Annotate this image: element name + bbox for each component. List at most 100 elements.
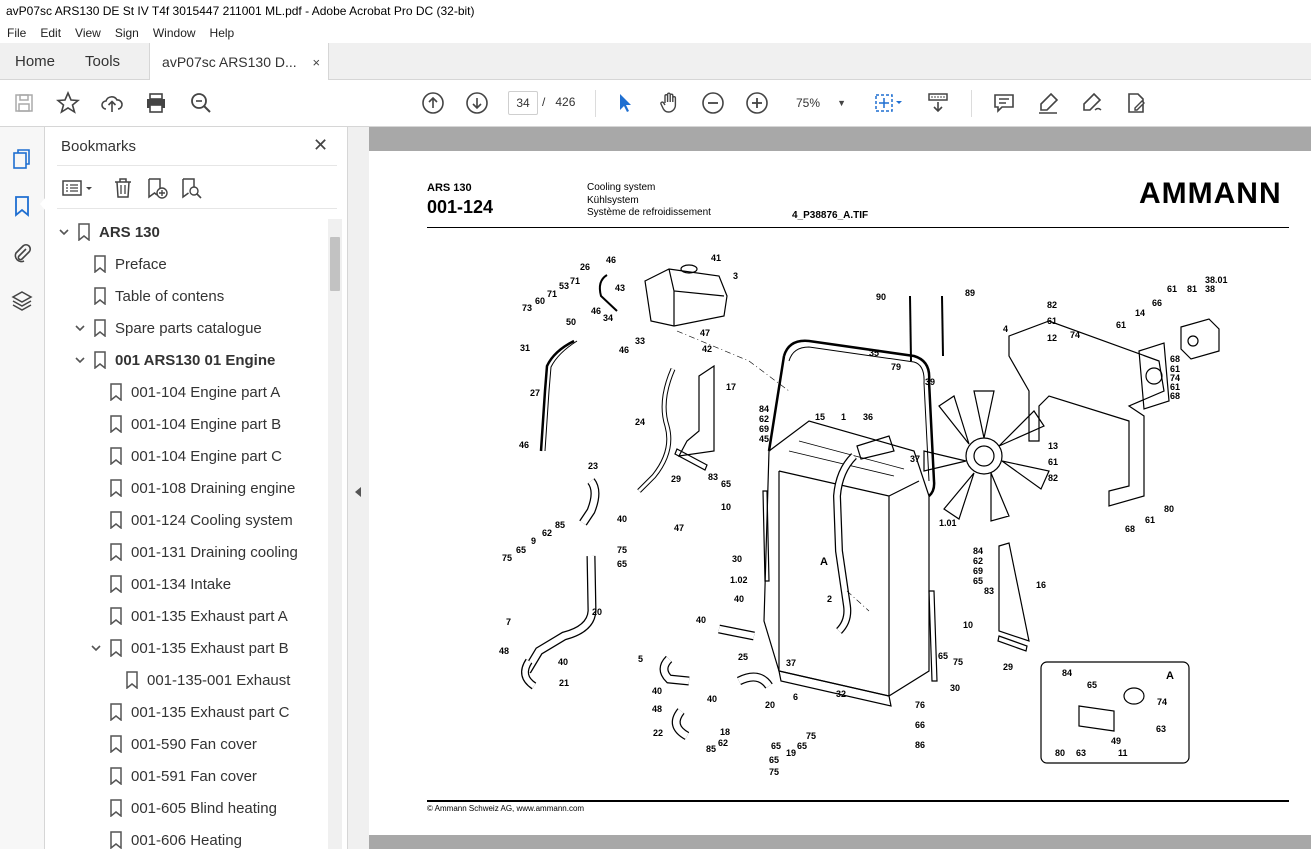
zoom-in-icon[interactable] (745, 91, 769, 115)
bookmark-item[interactable]: 001-135-001 Exhaust (125, 665, 290, 695)
chevron-down-icon[interactable] (87, 642, 105, 654)
part-number-label: 1 (841, 412, 846, 422)
collapse-panel-icon[interactable] (355, 487, 361, 497)
bookmark-options-icon[interactable] (61, 176, 97, 200)
part-number-label: 60 (535, 296, 545, 306)
bookmark-item[interactable]: ARS 130 (55, 217, 160, 247)
part-number-label: 85 (555, 520, 565, 530)
bookmark-icon (109, 767, 123, 785)
bookmark-icon (109, 799, 123, 817)
chevron-down-icon[interactable] (71, 322, 89, 334)
zoom-level: 75% (796, 96, 821, 110)
layers-icon[interactable] (10, 289, 34, 313)
part-number-label: 84 (973, 546, 983, 556)
chevron-down-icon: ▼ (837, 98, 846, 108)
bookmark-panel-icon[interactable] (10, 194, 34, 218)
zoom-search-icon[interactable] (189, 91, 213, 115)
bookmark-item[interactable]: 001-590 Fan cover (109, 729, 257, 759)
document-viewport[interactable]: ARS 130 001-124 Cooling system Kühlsyste… (369, 127, 1311, 849)
draw-sign-icon[interactable] (1080, 91, 1104, 115)
panel-splitter[interactable] (348, 127, 369, 849)
page-separator: / (542, 95, 546, 109)
fit-page-icon[interactable] (872, 91, 906, 115)
bookmark-item[interactable]: 001-135 Exhaust part A (109, 601, 288, 631)
attachment-icon[interactable] (10, 241, 34, 265)
bookmark-item[interactable]: 001-108 Draining engine (109, 473, 295, 503)
page-thumbnails-icon[interactable] (10, 147, 34, 171)
delete-bookmark-icon[interactable] (111, 176, 135, 200)
menu-edit[interactable]: Edit (33, 26, 68, 40)
zoom-out-icon[interactable] (701, 91, 725, 115)
bookmark-label: 001-590 Fan cover (131, 735, 257, 753)
comment-icon[interactable] (992, 91, 1016, 115)
bookmark-item[interactable]: 001-104 Engine part C (109, 441, 282, 471)
bookmark-item[interactable]: 001-104 Engine part B (109, 409, 281, 439)
part-number-label: 86 (915, 740, 925, 750)
next-page-icon[interactable] (465, 91, 489, 115)
bookmark-label: ARS 130 (99, 223, 160, 241)
part-number-label: 80 (1164, 504, 1174, 514)
zoom-level-select[interactable]: 75% ▼ (786, 91, 852, 115)
footer-rule (427, 800, 1289, 802)
bookmark-icon (109, 447, 123, 465)
page-gap (369, 835, 1311, 849)
bookmark-item[interactable]: 001-124 Cooling system (109, 505, 293, 535)
print-icon[interactable] (144, 91, 168, 115)
select-cursor-icon[interactable] (613, 91, 637, 115)
bookmark-item[interactable]: 001-135 Exhaust part B (87, 633, 289, 663)
part-number-label: 84 (1062, 668, 1072, 678)
menu-sign[interactable]: Sign (108, 26, 146, 40)
bookmark-item[interactable]: Table of contens (93, 281, 224, 311)
bookmark-label: 001 ARS130 01 Engine (115, 351, 276, 369)
bookmark-item[interactable]: 001-606 Heating (109, 825, 242, 849)
bookmark-item[interactable]: 001-104 Engine part A (109, 377, 280, 407)
menu-window[interactable]: Window (146, 26, 203, 40)
scroll-mode-icon[interactable] (926, 91, 950, 115)
pdf-page: ARS 130 001-124 Cooling system Kühlsyste… (369, 151, 1311, 837)
chevron-down-icon[interactable] (71, 354, 89, 366)
new-bookmark-icon[interactable] (145, 176, 169, 200)
strip-30-right (928, 590, 938, 682)
star-icon[interactable] (56, 91, 80, 115)
bookmark-item[interactable]: 001-135 Exhaust part C (109, 697, 289, 727)
find-bookmark-icon[interactable] (179, 176, 203, 200)
part-number-label: 63 (1156, 724, 1166, 734)
part-number-label: 90 (876, 292, 886, 302)
menu-view[interactable]: View (68, 26, 108, 40)
tab-document[interactable]: avP07sc ARS130 D... × (149, 43, 330, 81)
save-icon[interactable] (12, 91, 36, 115)
bookmark-item[interactable]: 001-131 Draining cooling (109, 537, 298, 567)
chevron-down-icon[interactable] (55, 226, 73, 238)
highlight-pen-icon[interactable] (1036, 91, 1060, 115)
tab-home[interactable]: Home (0, 43, 70, 79)
bookmark-item[interactable]: 001-134 Intake (109, 569, 231, 599)
bookmark-item[interactable]: Preface (93, 249, 167, 279)
radiator-frame-35 (782, 339, 936, 497)
bookmark-item[interactable]: Spare parts catalogue (71, 313, 262, 343)
bookmarks-tree: ARS 130 Preface Table of contens Spare part… (45, 217, 328, 849)
bookmark-item[interactable]: 001-605 Blind heating (109, 793, 277, 823)
tab-close-icon[interactable]: × (312, 55, 320, 70)
exploded-parts-drawing: 46 41263714353716073 463450473346 423127174… (499, 253, 1228, 777)
menu-file[interactable]: File (0, 26, 33, 40)
close-icon[interactable]: ✕ (313, 135, 328, 156)
bookmarks-scrollbar[interactable] (328, 219, 342, 849)
part-number-label: 46 (606, 255, 616, 265)
fill-sign-icon[interactable] (1124, 91, 1148, 115)
part-number-label: 16 (1036, 580, 1046, 590)
hand-tool-icon[interactable] (657, 91, 681, 115)
part-number-label: 14 (1135, 308, 1145, 318)
upload-cloud-icon[interactable] (100, 91, 124, 115)
navigation-rail (0, 127, 46, 849)
page-number-input[interactable]: 34 (508, 91, 538, 115)
bookmark-item[interactable]: 001 ARS130 01 Engine (71, 345, 275, 375)
bookmarks-panel: Bookmarks ✕ ARS 130 Preface Table of conte… (45, 127, 348, 849)
scrollbar-thumb[interactable] (330, 237, 340, 291)
menu-help[interactable]: Help (203, 26, 242, 40)
tab-tools[interactable]: Tools (70, 43, 135, 79)
part-number-label: 31 (520, 343, 530, 353)
toolbar-divider (971, 90, 972, 117)
bookmark-item[interactable]: 001-591 Fan cover (109, 761, 257, 791)
previous-page-icon[interactable] (421, 91, 445, 115)
strip-29-right (997, 635, 1028, 652)
